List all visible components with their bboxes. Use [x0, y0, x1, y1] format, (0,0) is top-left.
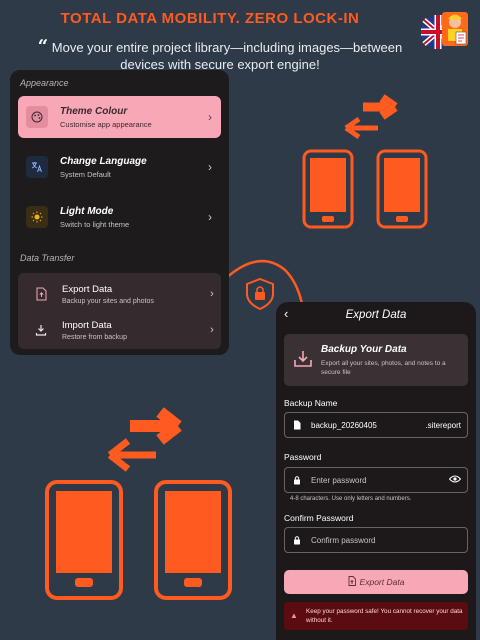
item-title: Light Mode	[60, 205, 114, 217]
translate-icon	[26, 156, 48, 178]
password-placeholder: Enter password	[311, 475, 367, 485]
light-mode-item[interactable]: Light Mode Switch to light theme ›	[18, 196, 221, 238]
lock-icon	[291, 475, 303, 485]
item-subtitle: Switch to light theme	[60, 219, 130, 229]
item-subtitle: Customise app appearance	[60, 119, 152, 129]
download-tray-icon	[294, 351, 312, 367]
data-transfer-group: Export Data Backup your sites and photos…	[18, 273, 221, 349]
data-transfer-section-title: Data Transfer	[20, 253, 75, 263]
export-header: ‹ Export Data	[276, 302, 476, 328]
export-data-button[interactable]: Export Data	[284, 570, 468, 594]
item-title: Export Data	[62, 283, 113, 295]
export-file-icon	[32, 285, 50, 303]
confirm-password-label: Confirm Password	[284, 513, 354, 523]
swap-arrows-icon	[107, 407, 182, 472]
export-data-item[interactable]: Export Data Backup your sites and photos…	[18, 276, 221, 312]
backup-name-label: Backup Name	[284, 398, 338, 408]
item-title: Import Data	[62, 319, 112, 331]
item-title: Change Language	[60, 155, 147, 167]
chevron-right-icon: ›	[208, 110, 212, 124]
backup-name-value: backup_20260405	[311, 420, 377, 430]
export-data-panel: ‹ Export Data Backup Your Data Export al…	[276, 302, 476, 640]
item-title: Theme Colour	[60, 105, 128, 117]
import-data-item[interactable]: Import Data Restore from backup ›	[18, 312, 221, 348]
password-warning: ▲ Keep your password safe! You cannot re…	[284, 602, 468, 630]
download-icon	[32, 321, 50, 339]
password-field[interactable]: Enter password	[284, 467, 468, 493]
backup-card-desc: Export all your sites, photos, and notes…	[321, 360, 446, 376]
confirm-password-field[interactable]: Confirm password	[284, 527, 468, 553]
item-subtitle: Restore from backup	[62, 333, 127, 341]
tagline-text: Move your entire project library—includi…	[51, 40, 403, 72]
chevron-right-icon: ›	[208, 210, 212, 224]
eye-icon[interactable]	[448, 475, 462, 485]
swap-arrows-icon	[344, 94, 398, 140]
sun-icon	[26, 206, 48, 228]
phone-icon	[154, 480, 232, 600]
backup-name-suffix: .sitereport	[425, 420, 461, 430]
lock-icon	[291, 535, 303, 545]
item-subtitle: System Default	[60, 169, 111, 179]
phone-icon	[376, 149, 428, 229]
export-title: Export Data	[345, 309, 407, 321]
backup-card-title: Backup Your Data	[321, 344, 407, 355]
warning-icon: ▲	[290, 611, 298, 620]
item-subtitle: Backup your sites and photos	[62, 297, 154, 305]
chevron-right-icon: ›	[210, 324, 214, 336]
tagline: “ Move your entire project library—inclu…	[20, 38, 420, 73]
export-file-icon	[348, 576, 356, 588]
headline: TOTAL DATA MOBILITY. ZERO LOCK-IN	[60, 10, 360, 27]
app-badge-icon	[421, 12, 468, 49]
shield-lock-icon	[246, 277, 274, 311]
export-button-label: Export Data	[359, 577, 405, 587]
password-hint: 4-8 characters. Use only letters and num…	[290, 496, 412, 502]
quote-mark: “	[37, 36, 49, 57]
phone-icon	[302, 149, 354, 229]
settings-card: Appearance Theme Colour Customise app ap…	[10, 70, 229, 355]
backup-card: Backup Your Data Export all your sites, …	[284, 334, 468, 386]
change-language-item[interactable]: Change Language System Default ›	[18, 146, 221, 188]
chevron-right-icon: ›	[208, 160, 212, 174]
phone-icon	[45, 480, 123, 600]
backup-name-field[interactable]: backup_20260405 .sitereport	[284, 412, 468, 438]
password-label: Password	[284, 452, 322, 462]
warning-text: Keep your password safe! You cannot reco…	[306, 608, 463, 624]
palette-icon	[26, 106, 48, 128]
confirm-password-placeholder: Confirm password	[311, 535, 376, 545]
chevron-right-icon: ›	[210, 288, 214, 300]
theme-colour-item[interactable]: Theme Colour Customise app appearance ›	[18, 96, 221, 138]
file-icon	[291, 420, 303, 430]
appearance-section-title: Appearance	[20, 78, 69, 88]
